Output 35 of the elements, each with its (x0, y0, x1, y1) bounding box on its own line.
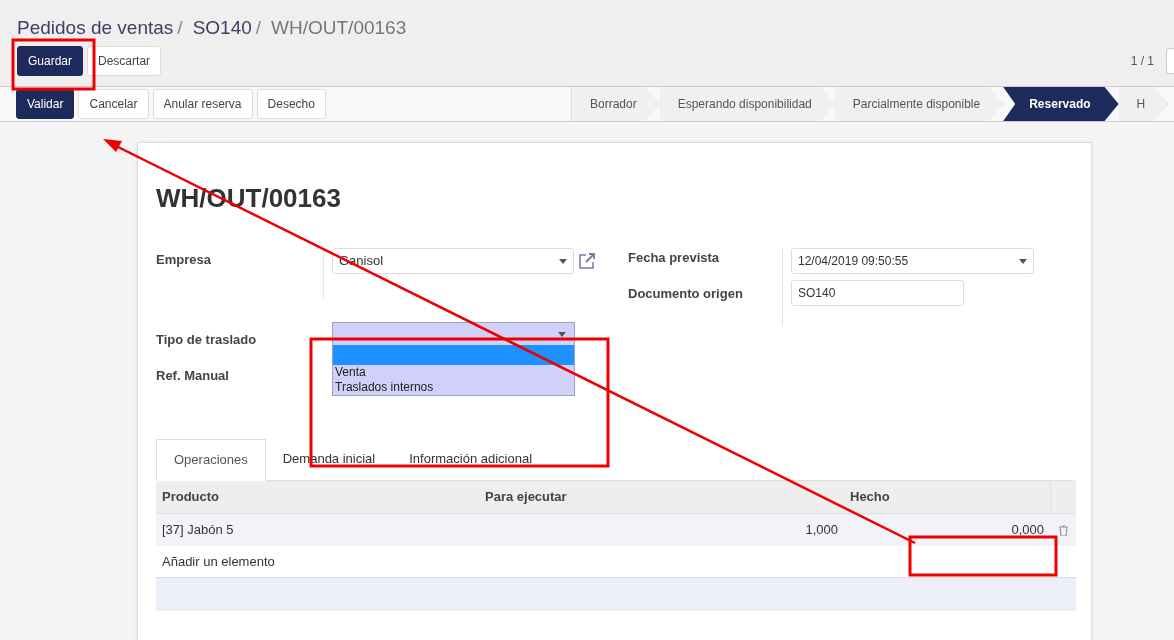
column-header: Hecho (844, 481, 1050, 514)
field-label: Empresa (156, 251, 212, 269)
status-stage[interactable]: Borrador (572, 87, 660, 121)
tab[interactable]: Información adicional (392, 438, 550, 480)
field-label: Documento origen (628, 284, 744, 303)
primary-button[interactable]: Validar (16, 89, 75, 119)
add-line-link[interactable]: Añadir un elemento (162, 551, 275, 572)
text-field[interactable]: SO140 (791, 280, 964, 306)
breadcrumb-link[interactable]: SO140 (192, 16, 252, 40)
field-label: Ref. Manual (156, 366, 230, 385)
date-field[interactable]: 12/04/2019 09:50:55 (791, 248, 1034, 274)
column-header: Para ejecutar (479, 481, 844, 514)
secondary-button[interactable]: Cancelar (78, 89, 149, 119)
dropdown-option[interactable]: Venta (333, 365, 574, 380)
dropdown-list[interactable]: Venta Traslados internos (332, 322, 575, 396)
breadcrumb-current: WH/OUT/00163 (271, 16, 407, 40)
pager-counter: 1 / 1 (1130, 53, 1154, 70)
dropdown-option[interactable]: Traslados internos (333, 380, 574, 395)
breadcrumb-separator: / (255, 16, 262, 40)
status-stage[interactable]: Esperando disponibilidad (659, 87, 835, 121)
tab[interactable]: Operaciones (156, 439, 266, 481)
status-stage[interactable]: H (1118, 87, 1169, 121)
secondary-button[interactable]: Anular reserva (152, 89, 253, 119)
primary-button[interactable]: Guardar (17, 46, 84, 76)
field-label: Tipo de traslado (156, 331, 258, 349)
table-cell: [37] Jabón 5 (156, 514, 479, 546)
table-cell: 1,000 (479, 514, 844, 546)
column-header: Producto (156, 481, 479, 514)
breadcrumb-link[interactable]: Pedidos de ventas (17, 16, 174, 40)
status-stage[interactable]: Reservado (1003, 87, 1119, 121)
field-label: Fecha prevista (628, 249, 721, 267)
breadcrumb-separator: / (177, 16, 183, 40)
secondary-button[interactable]: Desecho (256, 89, 326, 119)
secondary-button[interactable]: Descartar (87, 46, 162, 76)
status-stage[interactable]: Parcialmente disponible (834, 87, 1004, 121)
